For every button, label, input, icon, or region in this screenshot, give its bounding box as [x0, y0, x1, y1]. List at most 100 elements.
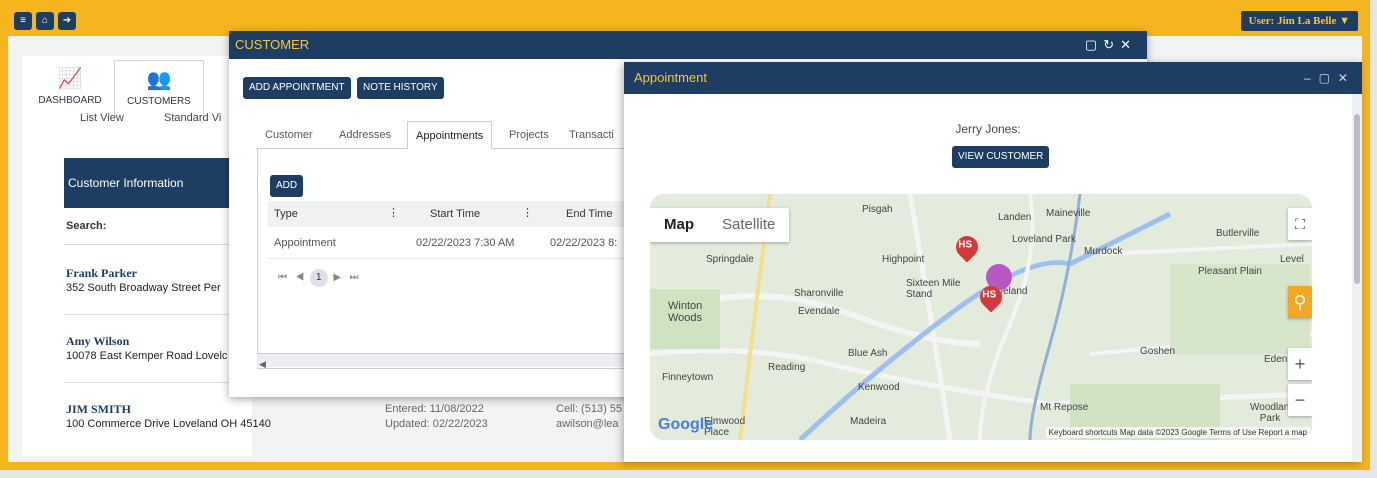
first-page-icon[interactable]: ⏮ — [278, 272, 287, 283]
customer-name[interactable]: Amy Wilson — [66, 334, 129, 349]
next-page-icon[interactable]: ▶ — [333, 272, 341, 283]
search-label: Search: — [66, 220, 107, 232]
updated-date: Updated: 02/22/2023 — [385, 418, 488, 430]
chart-icon: 📈 — [57, 68, 83, 90]
map-type-toggle: Map Satellite — [650, 208, 790, 242]
pin-label: HS — [982, 289, 997, 301]
google-logo: Google — [658, 416, 714, 433]
email: awilson@lea — [556, 418, 619, 430]
map-place: Woodland Park — [1250, 402, 1295, 424]
column-menu-icon[interactable]: ⋮ — [522, 206, 533, 219]
appointment-window-title: Appointment — [634, 70, 707, 85]
appointments-grid: ADD Type ⋮ Start Time ⋮ End Time Appoint… — [257, 149, 628, 369]
home-icon[interactable]: ⌂ — [36, 12, 54, 30]
map-place: Highpoint — [882, 254, 925, 265]
column-start-time[interactable]: Start Time — [430, 208, 480, 220]
last-page-icon[interactable]: ⏭ — [349, 272, 358, 283]
scroll-thumb[interactable] — [1354, 114, 1360, 284]
table-row[interactable]: Appointment 02/22/2023 7:30 AM 02/22/202… — [268, 227, 628, 259]
window-controls[interactable]: –▢✕ — [1304, 62, 1356, 94]
cell-type: Appointment — [274, 237, 336, 249]
zoom-out-icon[interactable]: − — [1288, 384, 1312, 416]
map-place: Butlerville — [1216, 228, 1260, 239]
map-place: Mt Repose — [1040, 402, 1089, 413]
map-place: Loveland Park — [1012, 234, 1076, 245]
column-type[interactable]: Type — [274, 208, 298, 220]
map-button[interactable]: Map — [650, 208, 708, 242]
appointment-window: Appointment –▢✕ Jerry Jones: VIEW CUSTOM… — [624, 62, 1362, 462]
map-place: Level — [1280, 254, 1304, 265]
map[interactable]: Pisgah Landen Maineville Loveland Park B… — [650, 194, 1312, 440]
column-end-time[interactable]: End Time — [566, 208, 612, 220]
cell-end: 02/22/2023 8: — [550, 237, 618, 249]
tab-appointments[interactable]: Appointments — [407, 121, 493, 149]
nav-tab-customers[interactable]: 👥 CUSTOMERS — [114, 60, 204, 115]
map-place: Eden — [1264, 354, 1288, 365]
customer-tabs: Customer Addresses Appointments Projects… — [257, 119, 627, 149]
map-place: Pleasant Plain — [1198, 266, 1262, 277]
map-place: Sixteen Mile Stand — [906, 278, 961, 300]
list-view-tab[interactable]: List View — [80, 112, 124, 124]
map-place: Evendale — [798, 306, 840, 317]
grid-header: Type ⋮ Start Time ⋮ End Time — [268, 201, 628, 227]
users-icon: 👥 — [146, 69, 172, 91]
map-place: Sharonville — [794, 288, 844, 299]
add-button[interactable]: ADD — [270, 175, 304, 197]
cell-start: 02/22/2023 7:30 AM — [416, 237, 515, 249]
prev-page-icon[interactable]: ◀ — [295, 272, 304, 283]
map-place: Finneytown — [662, 372, 714, 383]
map-place: Goshen — [1140, 346, 1176, 357]
tab-customer[interactable]: Customer — [257, 121, 321, 149]
map-place: Murdock — [1084, 246, 1123, 257]
customer-name[interactable]: Frank Parker — [66, 266, 137, 281]
customer-info-header: Customer Information — [64, 158, 244, 208]
window-controls[interactable]: ▢↻✕ — [1085, 31, 1137, 59]
view-customer-button[interactable]: VIEW CUSTOMER — [952, 146, 1050, 168]
map-place: Madeira — [850, 416, 887, 427]
column-menu-icon[interactable]: ⋮ — [388, 206, 399, 219]
note-history-button[interactable]: NOTE HISTORY — [357, 77, 444, 99]
pin-label: HS — [958, 239, 973, 251]
map-place: Landen — [998, 212, 1032, 223]
entered-date: Entered: 11/08/2022 — [385, 403, 484, 415]
logout-icon[interactable]: ➜ — [58, 12, 76, 30]
map-place: Reading — [768, 362, 806, 373]
map-place: Winton Woods — [668, 300, 703, 324]
menu-icon[interactable]: ≡ — [14, 12, 32, 30]
tab-projects[interactable]: Projects — [501, 121, 557, 149]
divider — [64, 244, 234, 245]
nav-tab-dashboard[interactable]: 📈 DASHBOARD — [34, 60, 106, 115]
tab-transactions[interactable]: Transacti — [561, 121, 622, 149]
map-place: Springdale — [706, 254, 754, 265]
nav-customers-label: CUSTOMERS — [127, 96, 191, 107]
pager: ⏮ ◀ 1 ▶ ⏭ — [278, 269, 358, 287]
scroll-left-icon[interactable]: ◀ — [257, 359, 266, 369]
customer-window-title: CUSTOMER — [235, 37, 310, 52]
map-attribution[interactable]: Keyboard shortcuts Map data ©2023 Google… — [1045, 427, 1310, 438]
page-number[interactable]: 1 — [309, 269, 328, 287]
horizontal-scrollbar[interactable]: ◀ — [257, 353, 627, 369]
tab-addresses[interactable]: Addresses — [331, 121, 399, 149]
standard-view-tab[interactable]: Standard Vi — [164, 112, 221, 124]
map-place: Kenwood — [858, 382, 900, 393]
map-place: Pisgah — [862, 204, 893, 215]
fullscreen-icon[interactable]: ⛶ — [1288, 208, 1312, 240]
divider — [64, 314, 234, 315]
satellite-button[interactable]: Satellite — [708, 208, 789, 242]
appointment-window-header: Appointment –▢✕ — [624, 62, 1362, 94]
cell-phone: Cell: (513) 55 — [556, 403, 623, 415]
map-place: Maineville — [1046, 208, 1091, 219]
customer-window-header: CUSTOMER ▢↻✕ — [229, 31, 1147, 59]
customer-address: 352 South Broadway Street Per — [66, 282, 221, 294]
screenshot-frame: ≡ ⌂ ➜ User: Jim La Belle ▼ 📈 DASHBOARD 👥… — [0, 0, 1377, 478]
zoom-in-icon[interactable]: + — [1288, 348, 1312, 380]
nav-dashboard-label: DASHBOARD — [38, 95, 102, 106]
user-menu-button[interactable]: User: Jim La Belle ▼ — [1240, 11, 1358, 31]
vertical-scrollbar[interactable] — [1352, 94, 1362, 462]
street-view-icon[interactable]: ⚲ — [1288, 286, 1312, 318]
customer-address: 10078 East Kemper Road Lovelc — [66, 350, 228, 362]
add-appointment-button[interactable]: ADD APPOINTMENT — [243, 77, 351, 99]
customer-name[interactable]: JIM SMITH — [66, 402, 131, 417]
map-place: Blue Ash — [848, 348, 888, 359]
customer-address: 100 Commerce Drive Loveland OH 45140 — [66, 418, 271, 430]
